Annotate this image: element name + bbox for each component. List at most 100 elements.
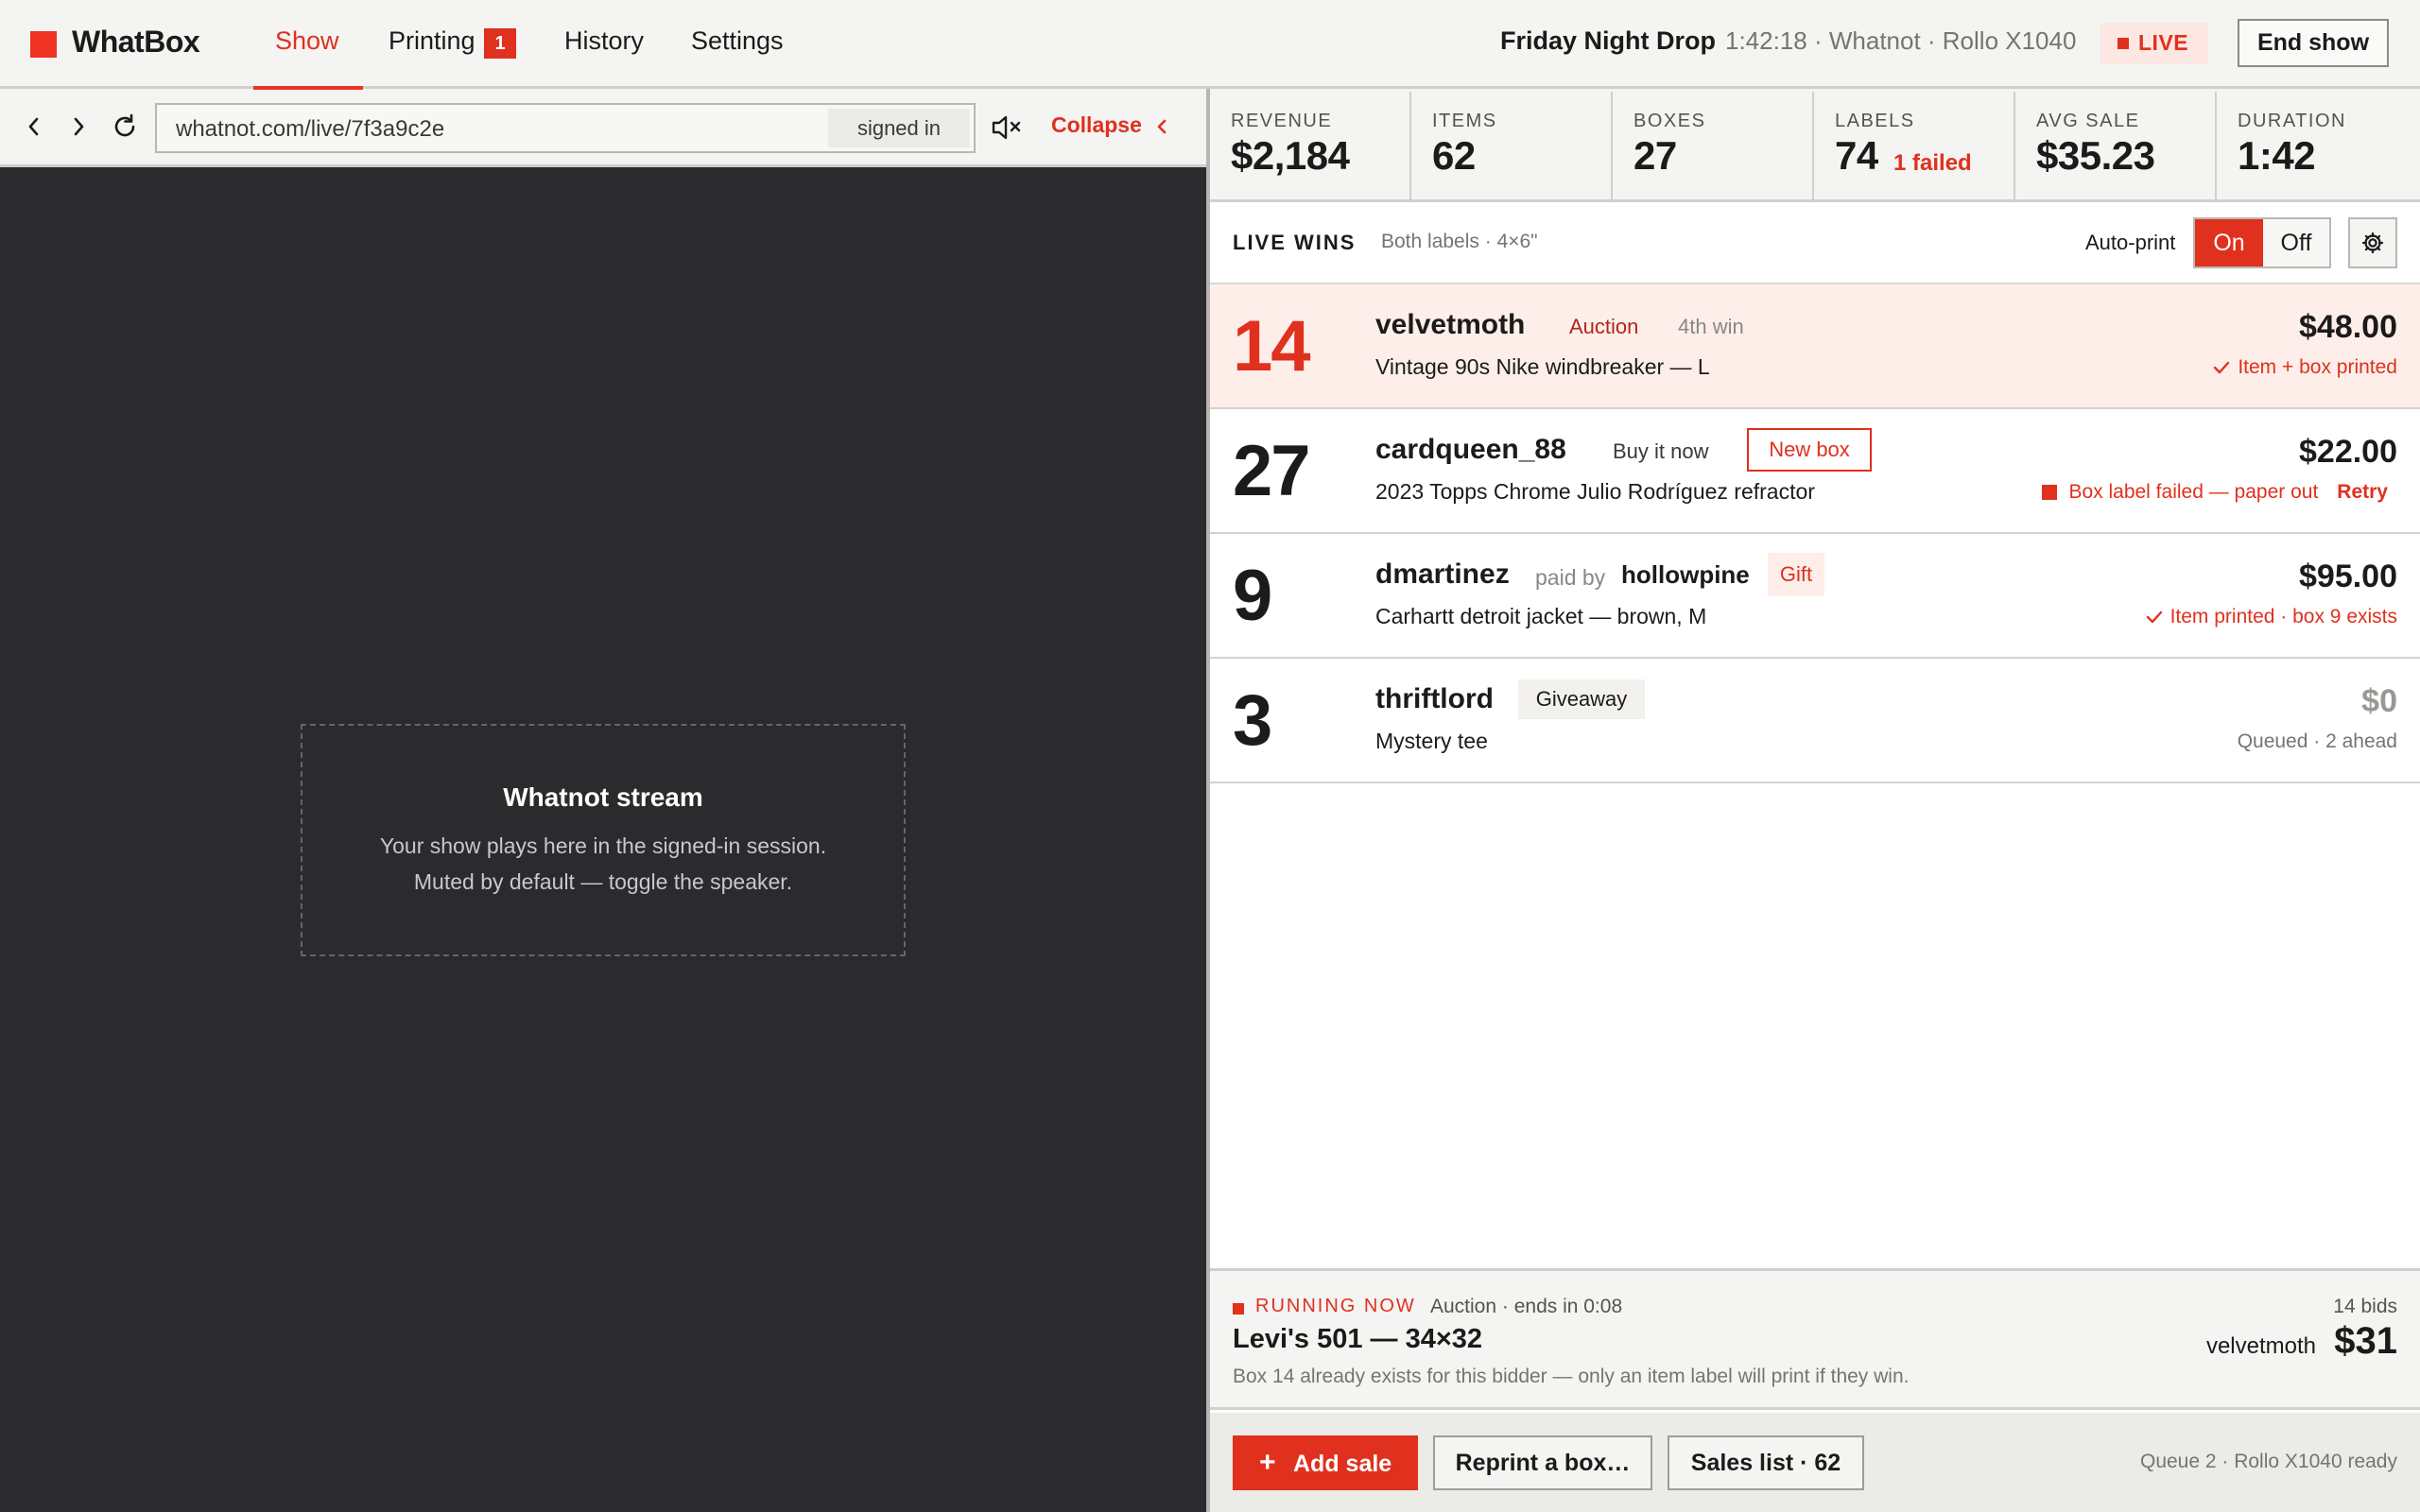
running-item: Levi's 501 — 34×32 [1233,1324,1483,1354]
nav-show[interactable]: Show [275,26,339,56]
top-bar: WhatBox Show Printing 1 History Settings… [0,0,2420,90]
running-meta: Auction · ends in 0:08 [1430,1296,1623,1317]
item-description: Mystery tee [1375,729,1488,753]
payer-name: hollowpine [1621,560,1750,589]
live-badge: LIVE [2100,23,2208,64]
retry-button[interactable]: Retry [2337,481,2388,504]
queue-status: Queued · 2 ahead [2237,730,2397,752]
stream-line-2: Muted by default — toggle the speaker. [413,869,793,894]
chevron-left-icon[interactable] [1155,116,1168,142]
sales-list-button[interactable]: Sales list · 62 [1668,1435,1864,1490]
giveaway-tag: Giveaway [1518,679,1645,719]
stat-value: 1:42 [2238,133,2316,178]
box-number: 9 [1233,556,1272,636]
print-status: Item printed · box 9 exists [2146,606,2397,628]
reload-icon[interactable] [109,111,141,143]
box-number: 14 [1233,306,1311,387]
show-meta: 1:42:18 · Whatnot · Rollo X1040 [1725,26,2077,55]
add-sale-button[interactable]: + Add sale [1233,1435,1418,1490]
stat-label: BOXES [1634,111,1706,131]
bid-count: 14 bids [2333,1296,2397,1317]
forward-icon[interactable] [62,111,95,143]
auto-print-off[interactable]: Off [2263,219,2329,266]
stream-pane: whatnot.com/live/7f3a9c2e signed in Coll… [0,92,1206,1512]
item-description: Carhartt detroit jacket — brown, M [1375,604,1707,628]
stat-label: AVG SALE [2036,111,2140,131]
stream-line-1: Your show plays here in the signed-in se… [379,833,827,858]
action-bar: + Add sale Reprint a box… Sales list · 6… [1210,1413,2420,1512]
running-now-panel: RUNNING NOW Auction · ends in 0:08 14 bi… [1210,1268,2420,1410]
new-box-tag: New box [1747,428,1872,472]
end-show-button[interactable]: End show [2238,19,2389,67]
stat-labels[interactable]: LABELS 74 1 failed [1814,92,2015,199]
sale-type: Buy it now [1613,439,1709,463]
nav-settings[interactable]: Settings [691,26,784,56]
running-dot-icon [1233,1303,1244,1314]
check-icon [2146,610,2162,624]
sale-price: $22.00 [2299,434,2397,470]
add-sale-label: Add sale [1293,1451,1392,1477]
gift-tag: Gift [1768,553,1824,596]
stat-value: 27 [1634,133,1677,178]
stat-value: $35.23 [2036,133,2155,178]
running-note: Box 14 already exists for this bidder — … [1233,1366,1910,1387]
nav-active-indicator [253,86,363,90]
win-row[interactable]: 27 cardqueen_88 Buy it now New box 2023 … [1210,409,2420,534]
stream-title: Whatnot stream [503,782,703,812]
print-status-text: Item + box printed [2238,356,2397,378]
stat-label: DURATION [2238,111,2346,131]
sale-type: Auction [1569,315,1639,338]
bidder-name: dmartinez [1375,558,1510,590]
stat-value: 74 [1835,133,1878,178]
sale-price: $48.00 [2299,309,2397,345]
box-number: 3 [1233,680,1272,761]
current-bid: $31 [2334,1320,2397,1362]
print-status: Item + box printed [2213,356,2397,379]
stat-avg-sale: AVG SALE $35.23 [2015,92,2217,199]
stat-value: 62 [1432,133,1476,178]
live-wins-header: LIVE WINS Both labels · 4×6" Auto-print … [1210,202,2420,284]
print-status: Box label failed — paper out Retry [2042,481,2397,504]
stat-duration: DURATION 1:42 [2217,92,2420,199]
paid-by-label: paid by [1535,565,1606,590]
leading-bidder: velvetmoth [2205,1333,2316,1359]
item-description: Vintage 90s Nike windbreaker — L [1375,354,1710,379]
bidder-name: cardqueen_88 [1375,434,1566,465]
win-row[interactable]: 14 velvetmoth Auction 4th win Vintage 90… [1210,284,2420,409]
error-square-icon [2042,485,2058,500]
bidder-name: thriftlord [1375,683,1494,714]
labels-failed-count: 1 failed [1893,150,1972,176]
url-field[interactable]: whatnot.com/live/7f3a9c2e signed in [155,103,976,153]
show-title: Friday Night Drop [1500,26,1716,55]
live-dot-icon [2118,38,2129,49]
running-now-label: RUNNING NOW [1255,1296,1416,1316]
back-icon[interactable] [18,111,50,143]
bidder-name: velvetmoth [1375,309,1526,340]
reprint-box-button[interactable]: Reprint a box… [1433,1435,1652,1490]
printer-status: Queue 2 · Rollo X1040 ready [2139,1451,2397,1472]
nav-history[interactable]: History [564,26,644,56]
nav-printing[interactable]: Printing [389,26,475,56]
stat-label: ITEMS [1432,111,1497,131]
stat-label: LABELS [1835,111,1915,131]
stat-label: REVENUE [1231,111,1333,131]
stat-items: ITEMS 62 [1411,92,1613,199]
sale-price: $95.00 [2299,558,2397,594]
box-number: 27 [1233,431,1311,511]
auto-print-toggle: On Off [2193,217,2331,268]
gear-icon[interactable] [2348,217,2397,268]
auto-print-on[interactable]: On [2195,219,2263,266]
print-status-text: Item printed · box 9 exists [2169,606,2397,627]
win-count: 4th win [1678,315,1744,338]
win-row[interactable]: 9 dmartinez paid by hollowpine Gift Carh… [1210,534,2420,659]
app-name: WhatBox [72,25,200,59]
control-pane: REVENUE $2,184 ITEMS 62 BOXES 27 LABELS … [1210,92,2420,1512]
sale-price: $0 [2361,683,2397,719]
item-description: 2023 Topps Chrome Julio Rodríguez refrac… [1375,479,1815,504]
collapse-button[interactable]: Collapse [1051,112,1142,138]
speaker-muted-icon[interactable] [989,111,1025,145]
live-wins-title: LIVE WINS [1233,231,1357,254]
browser-toolbar: whatnot.com/live/7f3a9c2e signed in Coll… [0,92,1206,167]
logo-icon [30,31,57,58]
win-row[interactable]: 3 thriftlord Giveaway Mystery tee $0 Que… [1210,659,2420,783]
